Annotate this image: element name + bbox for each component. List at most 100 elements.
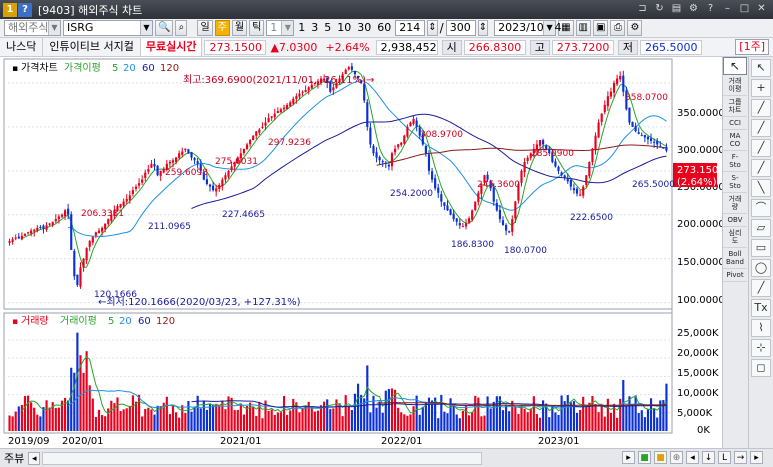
- zoom-icon[interactable]: ⊕: [670, 451, 683, 464]
- candle-body: [23, 234, 27, 236]
- candle-body: [461, 226, 464, 228]
- period-week[interactable]: 주: [214, 20, 230, 36]
- quote-bar: 나스닥 인튜이티브 서지컬 무료실시간 273.1500 ▲7.0300 +2.…: [0, 38, 773, 57]
- interval-30[interactable]: 30: [355, 20, 373, 36]
- volume-bar: [193, 406, 196, 431]
- draw-ray-icon[interactable]: ╱: [751, 139, 771, 157]
- indicator-maco[interactable]: MA CO: [723, 130, 747, 151]
- maximize-icon[interactable]: □: [737, 2, 752, 16]
- draw-crosshair-icon[interactable]: +: [751, 79, 771, 97]
- chart-type-icon[interactable]: ▥: [575, 20, 591, 36]
- candle-body: [443, 202, 446, 206]
- refresh-icon[interactable]: ↻: [652, 2, 667, 16]
- reset-icon[interactable]: L: [718, 451, 731, 464]
- color-yellow-icon[interactable]: ■: [654, 451, 667, 464]
- volume-bar: [181, 405, 184, 431]
- indicator-psychology[interactable]: 심리 도: [723, 227, 747, 248]
- save-icon[interactable]: ▣: [593, 20, 609, 36]
- candle-body: [612, 82, 616, 93]
- indicator-cci[interactable]: CCI: [723, 117, 747, 130]
- interval-1[interactable]: 1: [296, 20, 307, 36]
- move-left-icon[interactable]: ◂: [686, 451, 699, 464]
- draw-arc-icon[interactable]: ⌒: [751, 199, 771, 217]
- minute-select[interactable]: 1 ▼: [266, 20, 295, 36]
- search-button[interactable]: 🔍: [155, 20, 174, 36]
- indicator-volume-ma[interactable]: 거래 이평: [723, 75, 747, 96]
- candle-body: [628, 107, 631, 123]
- interval-5[interactable]: 5: [322, 20, 333, 36]
- settings-icon[interactable]: ⚙: [686, 2, 701, 16]
- cursor-tool[interactable]: ↖: [723, 57, 747, 75]
- count-spinner[interactable]: ⇕: [427, 20, 438, 36]
- draw-trendline-icon[interactable]: ╱: [751, 99, 771, 117]
- help-icon[interactable]: ?: [703, 2, 718, 16]
- color-green-icon[interactable]: ■: [638, 451, 651, 464]
- price-legend-ma120: 120: [160, 63, 179, 74]
- chart-area[interactable]: ▪ 가격차트 가격이평 5 20 60 120 350.0000 300.000…: [0, 57, 725, 448]
- draw-rect-icon[interactable]: ▭: [751, 239, 771, 257]
- symbol-input[interactable]: ISRG ▼: [63, 20, 153, 36]
- count-input[interactable]: 214: [395, 20, 426, 36]
- volume-bar: [273, 414, 276, 431]
- candle-body: [579, 194, 582, 196]
- volume-bar: [449, 398, 452, 431]
- market-select[interactable]: 해외주식 ▼: [4, 20, 61, 36]
- period-tick[interactable]: 틱: [249, 20, 265, 36]
- minimize-icon[interactable]: –: [720, 2, 735, 16]
- scroll-track[interactable]: [42, 451, 483, 465]
- candle-body: [430, 171, 434, 180]
- indicator-pivot[interactable]: Pivot: [723, 269, 747, 282]
- unit-selector[interactable]: [1주]: [735, 39, 769, 55]
- help-badge-icon[interactable]: ?: [18, 2, 32, 17]
- toolbar-settings-icon[interactable]: ⚙: [627, 20, 643, 36]
- volume-bar: [144, 408, 147, 431]
- scroll-right-icon[interactable]: ▸: [622, 451, 635, 464]
- candle-body: [208, 184, 212, 187]
- draw-parallel-icon[interactable]: ▱: [751, 219, 771, 237]
- candle-body: [107, 219, 110, 224]
- draw-channel-icon[interactable]: ╱: [751, 159, 771, 177]
- indicator-ssto[interactable]: S- Sto: [723, 172, 747, 193]
- indicator-volume[interactable]: 거래 량: [723, 193, 747, 214]
- scroll-left-icon[interactable]: ◂: [28, 451, 41, 465]
- draw-line-icon[interactable]: ╱: [751, 119, 771, 137]
- draw-cross-icon[interactable]: ⊹: [751, 339, 771, 357]
- date-input[interactable]: 2023/10/14 ▼: [494, 20, 562, 36]
- candle-body: [591, 148, 594, 162]
- move-right-icon[interactable]: ↓: [702, 451, 715, 464]
- expand-icon[interactable]: ▸: [750, 451, 763, 464]
- total-input[interactable]: 300: [445, 20, 476, 36]
- indicator-fsto[interactable]: F- Sto: [723, 151, 747, 172]
- candle-body: [128, 195, 131, 201]
- label-254: 254.2000: [390, 189, 433, 199]
- draw-gann-icon[interactable]: ╱: [751, 279, 771, 297]
- interval-10[interactable]: 10: [335, 20, 353, 36]
- draw-circle-icon[interactable]: ◯: [751, 259, 771, 277]
- print-icon[interactable]: ⎙: [610, 20, 626, 36]
- chart-svg[interactable]: ▪ 가격차트 가격이평 5 20 60 120 350.0000 300.000…: [0, 57, 725, 448]
- total-spinner[interactable]: ⇕: [477, 20, 489, 36]
- interval-60[interactable]: 60: [375, 20, 393, 36]
- draw-fan-icon[interactable]: ╲: [751, 179, 771, 197]
- draw-cursor-icon[interactable]: ↖: [751, 59, 771, 77]
- indicator-group-chart[interactable]: 그룹 차트: [723, 96, 747, 117]
- candle-body: [178, 153, 181, 158]
- indicator-bollinger[interactable]: Boll Band: [723, 248, 747, 269]
- close-icon[interactable]: ✕: [754, 2, 769, 16]
- draw-fibo-icon[interactable]: ⌇: [751, 319, 771, 337]
- window-title: [9403] 해외주식 차트: [38, 3, 143, 17]
- indicator-obv[interactable]: OBV: [723, 214, 747, 227]
- draw-erase-icon[interactable]: ◻: [751, 359, 771, 377]
- period-month[interactable]: 월: [231, 20, 248, 36]
- pin-icon[interactable]: ⊐: [635, 2, 650, 16]
- pan-right-icon[interactable]: →: [734, 451, 747, 464]
- volume-bar: [397, 407, 400, 431]
- period-day[interactable]: 일: [197, 20, 213, 36]
- candle-body: [585, 175, 588, 185]
- search-alt-button[interactable]: ⌕: [175, 20, 188, 36]
- candle-body: [409, 122, 412, 127]
- interval-3[interactable]: 3: [309, 20, 320, 36]
- doc-icon[interactable]: ▤: [669, 2, 684, 16]
- draw-text-icon[interactable]: Tx: [751, 299, 771, 317]
- realtime-badge[interactable]: 무료실시간: [139, 38, 203, 56]
